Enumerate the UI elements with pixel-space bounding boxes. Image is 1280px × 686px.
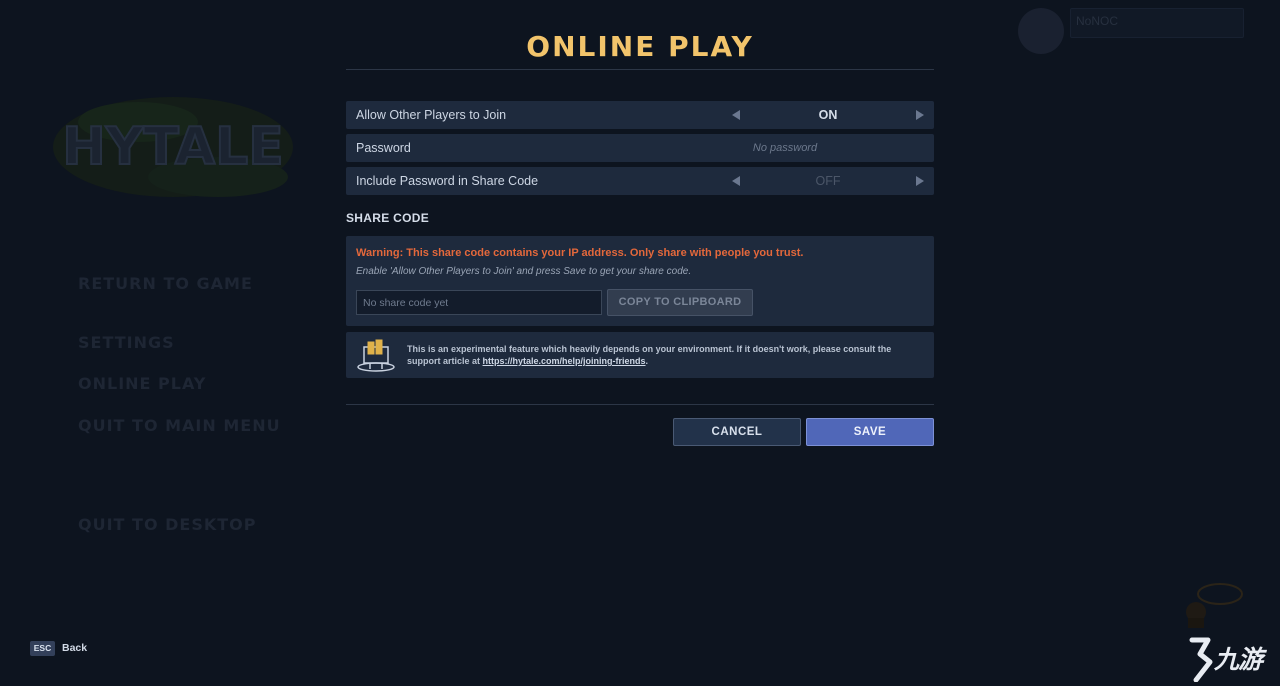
allow-join-value: ON — [818, 108, 838, 122]
profile-card: NoNOC — [1016, 6, 1246, 56]
bg-menu-settings: SETTINGS — [78, 333, 175, 352]
username: NoNOC — [1076, 14, 1119, 28]
arrow-right-icon[interactable] — [916, 176, 924, 186]
arrow-left-icon[interactable] — [732, 176, 740, 186]
info-text: This is an experimental feature which he… — [407, 343, 927, 367]
include-password-value: OFF — [815, 174, 841, 188]
info-body: This is an experimental feature which he… — [407, 344, 892, 366]
bg-menu-quit-desktop: QUIT TO DESKTOP — [78, 515, 257, 534]
share-code-heading: SHARE CODE — [346, 211, 430, 225]
allow-join-row: Allow Other Players to Join ON — [346, 101, 934, 129]
footer-divider — [346, 404, 934, 405]
arrow-left-icon[interactable] — [732, 110, 740, 120]
copy-to-clipboard-button[interactable]: COPY TO CLIPBOARD — [607, 289, 753, 316]
bg-menu-online-play: ONLINE PLAY — [78, 374, 207, 393]
share-code-panel: Warning: This share code contains your I… — [346, 236, 934, 326]
info-panel: This is an experimental feature which he… — [346, 332, 934, 378]
include-password-label: Include Password in Share Code — [356, 174, 539, 188]
mascot-icon — [1186, 583, 1243, 628]
watermark-logo-icon — [1189, 637, 1213, 683]
watermark: 九游 — [1186, 636, 1280, 686]
cancel-button[interactable]: CANCEL — [673, 418, 801, 446]
esc-key-badge: ESC — [30, 641, 55, 656]
support-link[interactable]: https://hytale.com/help/joining-friends — [483, 356, 646, 366]
save-button[interactable]: SAVE — [806, 418, 934, 446]
page-title: ONLINE PLAY — [526, 30, 754, 63]
include-password-row: Include Password in Share Code OFF — [346, 167, 934, 195]
title-divider — [346, 69, 934, 70]
logo-text: HYTALE — [62, 117, 284, 177]
experimental-icon — [357, 339, 395, 372]
share-hint: Enable 'Allow Other Players to Join' and… — [356, 266, 692, 277]
watermark-text: 九游 — [1214, 645, 1263, 674]
back-label: Back — [62, 642, 88, 654]
warning-text: Warning: This share code contains your I… — [356, 247, 804, 259]
bg-menu-quit-main: QUIT TO MAIN MENU — [78, 416, 281, 435]
share-code-input[interactable] — [356, 290, 602, 315]
hytale-logo: HYTALE — [53, 97, 293, 197]
arrow-right-icon[interactable] — [916, 110, 924, 120]
avatar — [1018, 8, 1064, 54]
info-suffix: . — [645, 356, 649, 366]
password-row[interactable]: Password No password — [346, 134, 934, 162]
allow-join-label: Allow Other Players to Join — [356, 108, 507, 122]
password-label: Password — [356, 141, 411, 155]
bg-menu-return: RETURN TO GAME — [78, 274, 253, 293]
password-field[interactable]: No password — [690, 142, 880, 154]
